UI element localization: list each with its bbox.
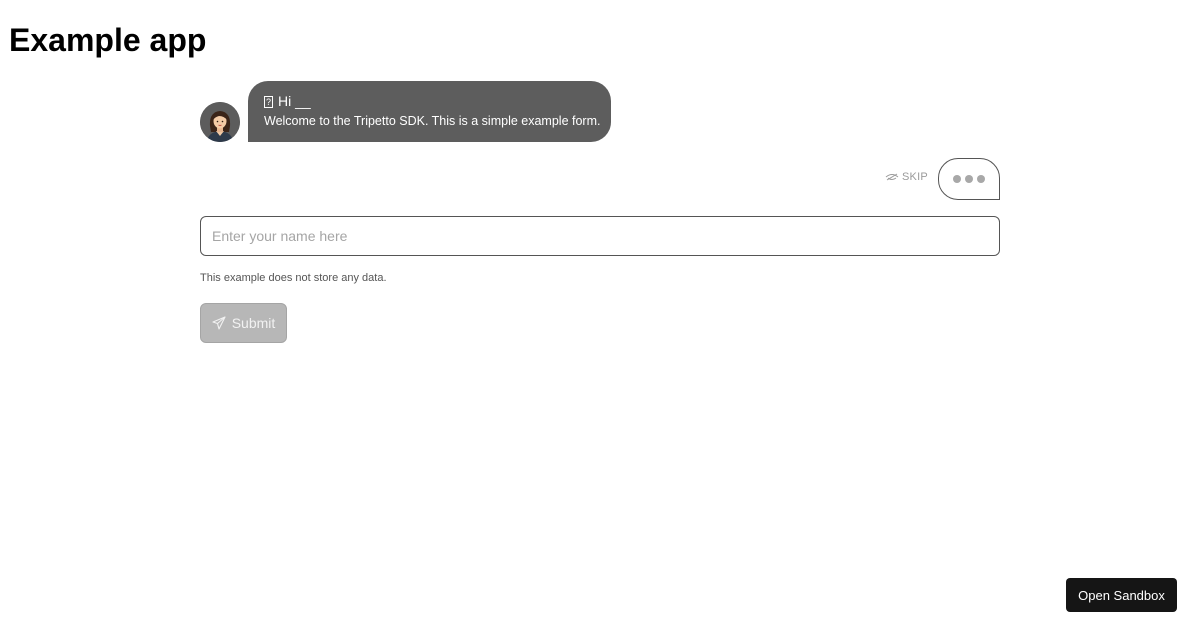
eye-slash-icon: [885, 173, 899, 181]
name-input[interactable]: [200, 216, 1000, 256]
submit-button[interactable]: Submit: [200, 303, 287, 343]
unknown-glyph-icon: ?: [264, 95, 273, 108]
skip-button[interactable]: SKIP: [885, 171, 928, 183]
skip-label: SKIP: [902, 171, 928, 183]
bot-avatar: [200, 102, 240, 142]
typing-dot: [953, 175, 961, 183]
bot-message-title: Hi __: [278, 93, 311, 109]
submit-label: Submit: [231, 315, 276, 331]
bot-message-title-row: ? Hi __: [264, 93, 595, 110]
privacy-note: This example does not store any data.: [200, 272, 387, 284]
typing-dot: [977, 175, 985, 183]
page-title: Example app: [9, 22, 207, 58]
typing-dot: [965, 175, 973, 183]
page: Example app ? Hi __ Welcome to the Tripe…: [0, 0, 1200, 630]
bot-message-bubble: ? Hi __ Welcome to the Tripetto SDK. Thi…: [248, 81, 611, 142]
open-sandbox-button[interactable]: Open Sandbox: [1066, 578, 1177, 612]
woman-avatar-icon: [200, 102, 240, 142]
bot-message-text: Welcome to the Tripetto SDK. This is a s…: [264, 114, 601, 128]
paper-plane-icon: [212, 316, 226, 330]
typing-indicator: [938, 158, 1000, 200]
